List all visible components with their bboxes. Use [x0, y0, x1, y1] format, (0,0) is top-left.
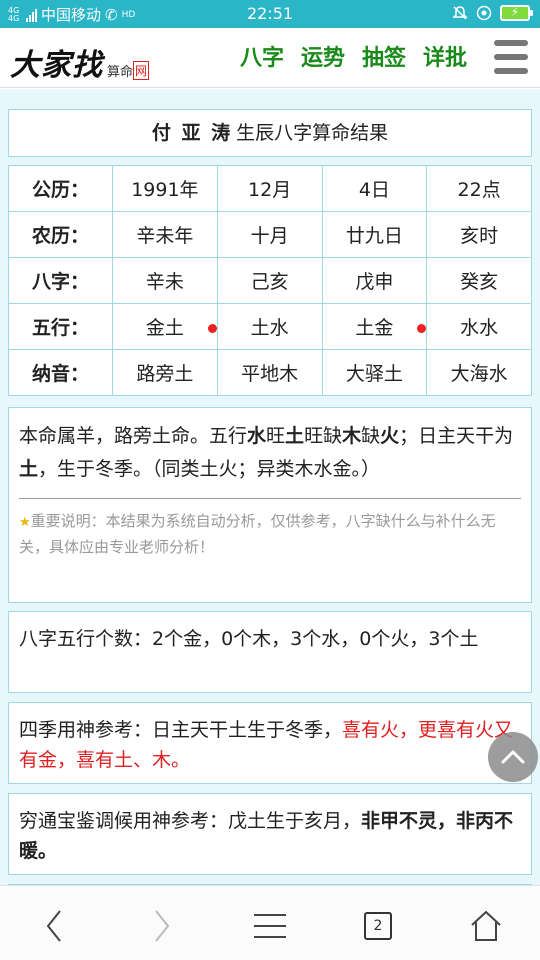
table-cell: 4日 — [321, 165, 428, 212]
tabs-count: 2 — [364, 912, 392, 940]
charging-icon: ⚡ — [510, 5, 520, 19]
scroll-to-top-button[interactable] — [488, 732, 538, 782]
table-cell: 亥时 — [426, 211, 532, 258]
red-dot-marker — [207, 324, 217, 333]
hamburger-menu-icon[interactable] — [494, 40, 528, 74]
wuxing-count: 八字五行个数：2个金，0个木，3个水，0个火，3个土 — [8, 611, 532, 693]
divider — [19, 498, 521, 499]
battery-icon: ⚡ — [500, 5, 533, 21]
person-name: 付 亚 涛 — [151, 122, 233, 144]
table-cell: 十月 — [216, 211, 323, 258]
nav-xiangpi[interactable]: 详批 — [423, 40, 467, 72]
logo-sub-text: 算命 — [107, 65, 134, 80]
disclaimer-note: ★重要说明：本结果为系统自动分析，仅供参考，八字缺什么与补什么无关，具体应由专业… — [19, 509, 521, 560]
table-cell: 癸亥 — [426, 257, 532, 304]
result-title-text: 生辰八字算命结果 — [236, 122, 389, 144]
table-cell: 12月 — [216, 165, 323, 212]
chevron-up-icon — [501, 750, 525, 764]
table-cell: 1991年 — [112, 165, 218, 212]
summary-strong: 土 — [285, 425, 305, 447]
bazi-table: 公历： 1991年 12月 4日 22点 农历： 辛未年 十月 廿九日 亥时 八… — [8, 165, 532, 396]
menu-button[interactable] — [250, 906, 290, 946]
status-bar: 4G 4G 中国移动 ✆ HD 22:51 ⚡ — [0, 0, 540, 28]
table-cell: 平地木 — [216, 349, 323, 396]
tabs-button[interactable]: 2 — [358, 906, 398, 946]
summary-text: 本命属羊，路旁土命。五行水旺土旺缺木缺火；日主天干为土，生于冬季。（同类土火；异… — [19, 420, 521, 486]
table-cell: 22点 — [426, 165, 532, 212]
table-cell: 辛未 — [112, 257, 218, 304]
table-cell: 戊申 — [321, 257, 428, 304]
summary-strong: 水 — [247, 425, 267, 447]
menu-lines-icon — [254, 914, 286, 938]
table-cell: 水水 — [426, 303, 532, 350]
browser-bottom-bar: 2 — [0, 885, 540, 960]
logo-box-text: 网 — [133, 61, 150, 80]
row-label: 公历： — [8, 165, 113, 212]
summary-part: 本命属羊，路旁土命。五行 — [19, 425, 248, 447]
site-logo[interactable]: 大家找 算命 网 — [10, 40, 150, 84]
summary-strong: 土 — [19, 458, 39, 480]
summary-part: ，生于冬季。（同类土火；异类木水金。） — [38, 458, 381, 480]
table-row: 纳音： 路旁土 平地木 大驿土 大海水 — [8, 349, 532, 396]
forward-button[interactable] — [142, 906, 182, 946]
table-cell: 廿九日 — [321, 211, 428, 258]
row-label: 八字： — [8, 257, 113, 304]
summary-strong: 木 — [342, 425, 362, 447]
season-yongshen: 四季用神参考：日主天干土生于冬季，喜有火，更喜有火又有金，喜有土、木。 — [8, 702, 532, 784]
table-cell: 大驿土 — [321, 349, 428, 396]
star-icon: ★ — [19, 515, 31, 530]
chevron-left-icon — [46, 910, 61, 942]
table-cell: 己亥 — [216, 257, 323, 304]
wuxing-summary: 本命属羊，路旁土命。五行水旺土旺缺木缺火；日主天干为土，生于冬季。（同类土火；异… — [8, 407, 532, 603]
cell-text: 金土 — [145, 317, 184, 339]
qiong-text: 穷通宝鉴调候用神参考：戊土生于亥月， — [19, 810, 362, 832]
nav-chouqian[interactable]: 抽签 — [362, 40, 406, 72]
table-row: 农历： 辛未年 十月 廿九日 亥时 — [8, 211, 532, 258]
summary-strong: 火 — [380, 425, 400, 447]
logo-main-text: 大家找 — [10, 48, 103, 83]
mute-icon — [452, 6, 468, 20]
season-text: 四季用神参考：日主天干土生于冬季， — [19, 719, 343, 741]
top-nav: 八字 运势 抽签 详批 — [240, 40, 467, 72]
nav-yunshi[interactable]: 运势 — [301, 40, 345, 72]
red-dot-marker — [417, 324, 427, 333]
summary-part: ；日主天干为 — [399, 425, 514, 447]
content-area: 付 亚 涛生辰八字算命结果 公历： 1991年 12月 4日 22点 农历： 辛… — [0, 89, 540, 885]
nav-bazi[interactable]: 八字 — [240, 40, 284, 72]
status-right: ⚡ — [452, 5, 533, 21]
row-label: 农历： — [8, 211, 113, 258]
table-cell: 辛未年 — [112, 211, 218, 258]
table-row: 八字： 辛未 己亥 戊申 癸亥 — [8, 257, 532, 304]
cell-text: 土金 — [355, 317, 394, 339]
table-cell: 土金 — [321, 303, 428, 350]
table-row: 公历： 1991年 12月 4日 22点 — [8, 165, 532, 212]
table-cell: 土水 — [216, 303, 323, 350]
summary-part: 旺缺 — [304, 425, 343, 447]
disclaimer-text: 重要说明：本结果为系统自动分析，仅供参考，八字缺什么与补什么无关，具体应由专业老… — [19, 512, 496, 556]
chevron-right-icon — [155, 910, 170, 942]
summary-part: 旺 — [266, 425, 286, 447]
home-button[interactable] — [466, 906, 506, 946]
row-label: 纳音： — [8, 349, 113, 396]
table-cell: 金土 — [112, 303, 218, 350]
row-label: 五行： — [8, 303, 113, 350]
table-cell: 大海水 — [426, 349, 532, 396]
table-cell: 路旁土 — [112, 349, 218, 396]
back-button[interactable] — [34, 906, 74, 946]
qiongtong-yongshen: 穷通宝鉴调候用神参考：戊土生于亥月，非甲不灵，非丙不暖。 — [8, 793, 532, 875]
home-icon — [471, 910, 501, 941]
summary-part: 缺 — [361, 425, 381, 447]
site-header: 大家找 算命 网 八字 运势 抽签 详批 — [0, 28, 540, 88]
table-row: 五行： 金土 土水 土金 水水 — [8, 303, 532, 350]
result-title: 付 亚 涛生辰八字算命结果 — [8, 109, 532, 157]
data-saver-icon — [476, 5, 492, 21]
